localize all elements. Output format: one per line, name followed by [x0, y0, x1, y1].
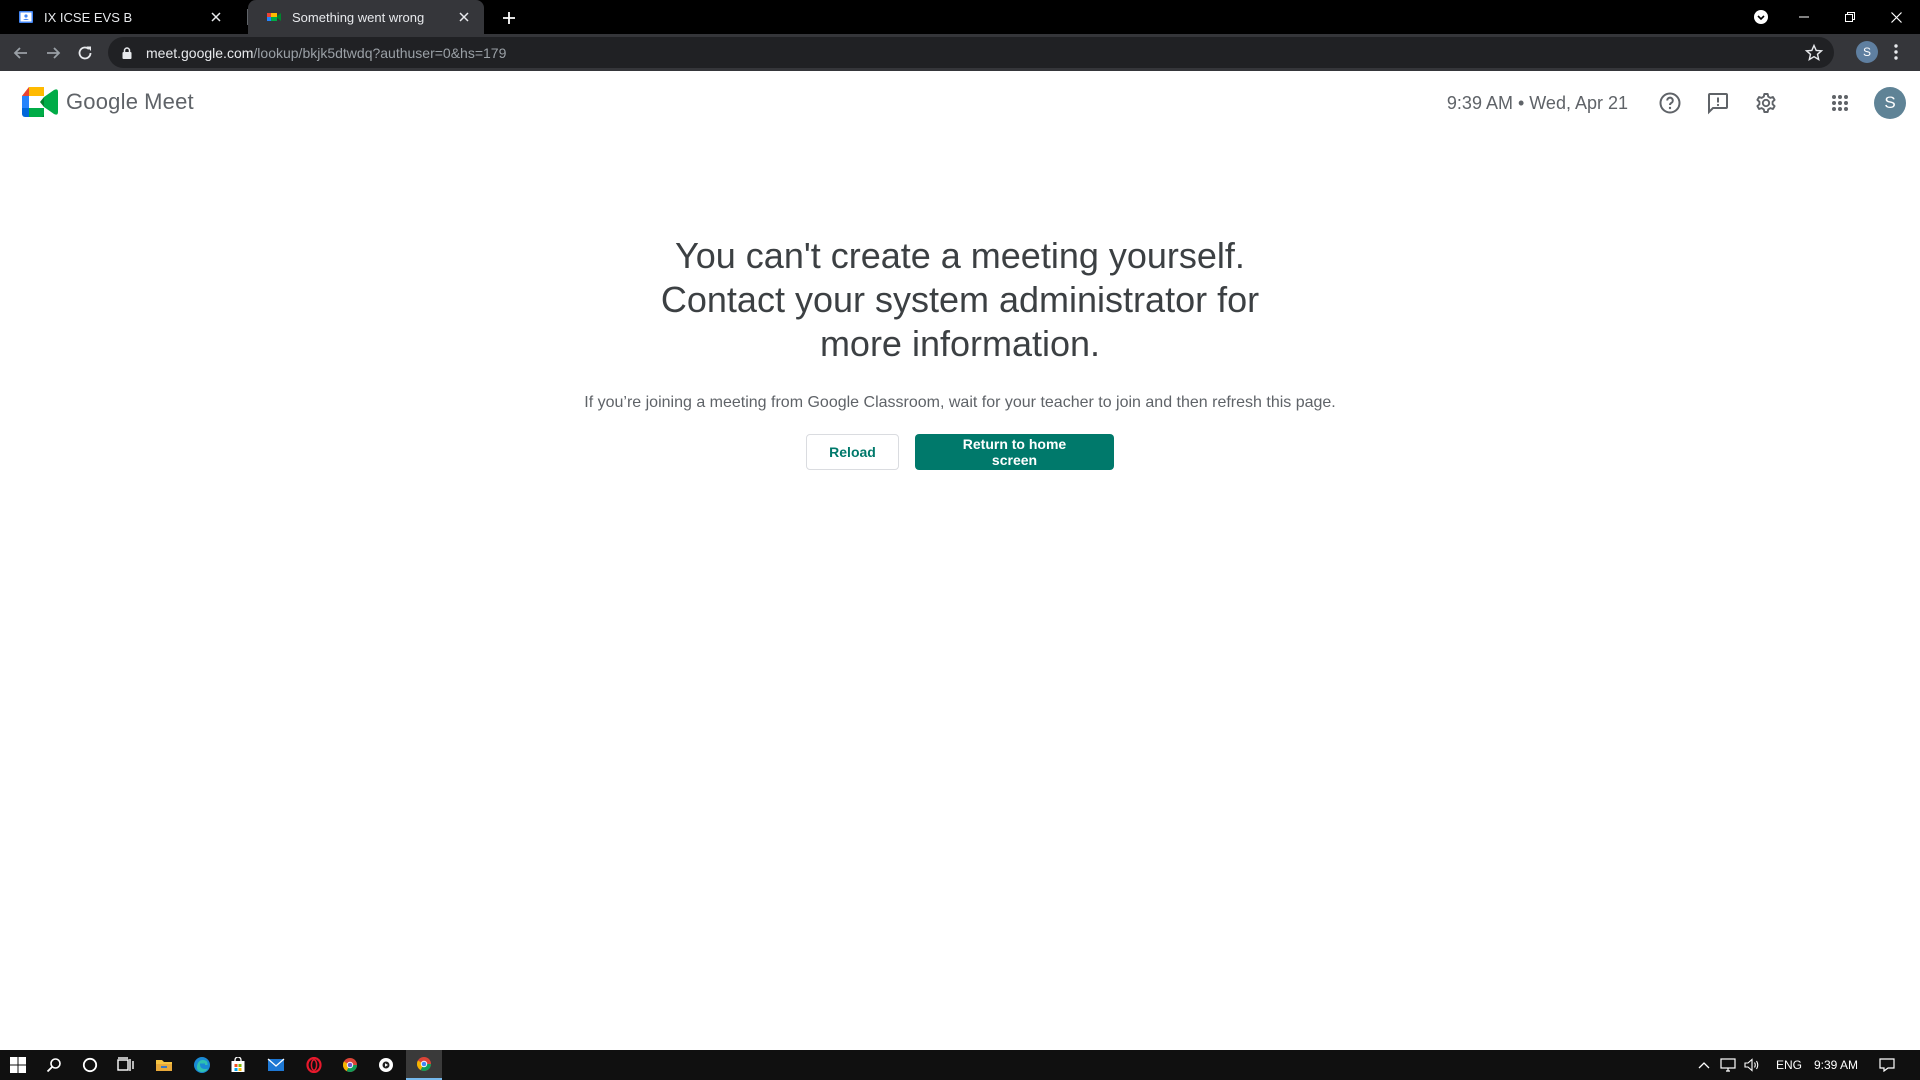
close-tab-icon[interactable] — [208, 9, 224, 25]
url-path: /lookup/bkjk5dtwdq?authuser=0&hs=179 — [253, 44, 507, 61]
date-time: 9:39 AM • Wed, Apr 21 — [1446, 92, 1628, 113]
taskbar-media[interactable] — [368, 1050, 404, 1080]
google-meet-logo[interactable]: Google Meet — [22, 87, 194, 117]
tab-something-went-wrong[interactable]: Something went wrong — [248, 0, 484, 34]
taskbar-edge[interactable] — [184, 1050, 220, 1080]
taskbar-opera[interactable] — [296, 1050, 332, 1080]
lock-icon — [122, 46, 132, 59]
search-icon — [46, 1058, 61, 1073]
reload-page-button[interactable] — [70, 38, 100, 68]
notifications-button[interactable] — [1870, 1050, 1904, 1080]
account-avatar[interactable]: S — [1874, 87, 1906, 119]
browser-tabstrip: IX ICSE EVS B Something went wrong — [0, 0, 1920, 34]
network-icon — [1720, 1058, 1736, 1072]
apps-grid-icon — [1832, 95, 1848, 111]
meet-header: Google Meet 9:39 AM • Wed, Apr 21 S — [0, 71, 1920, 135]
close-icon — [1890, 11, 1902, 23]
taskbar-store[interactable] — [220, 1050, 256, 1080]
tab-title: IX ICSE EVS B — [44, 9, 133, 25]
show-hidden-icons-button[interactable] — [1692, 1050, 1716, 1080]
cortana-icon — [82, 1057, 98, 1073]
feedback-icon — [1708, 93, 1728, 115]
reload-button[interactable]: Reload — [806, 434, 899, 470]
close-window-button[interactable] — [1873, 0, 1919, 34]
taskbar-chrome[interactable] — [406, 1050, 442, 1080]
chrome-alt-icon — [342, 1058, 357, 1072]
forward-button[interactable] — [38, 38, 68, 68]
arrow-forward-icon — [47, 47, 61, 59]
volume-icon — [1744, 1058, 1759, 1072]
chevron-up-icon — [1698, 1062, 1710, 1069]
taskbar-mail[interactable] — [258, 1050, 294, 1080]
help-button[interactable] — [1646, 83, 1694, 123]
taskbar-search[interactable] — [36, 1050, 72, 1080]
cortana-button[interactable] — [72, 1050, 108, 1080]
notification-icon — [1879, 1058, 1895, 1072]
edge-icon — [194, 1057, 210, 1073]
browser-profile-avatar[interactable]: S — [1856, 41, 1878, 63]
chrome-icon — [416, 1057, 431, 1071]
taskbar-clock[interactable]: 9:39 AM — [1814, 1058, 1858, 1072]
return-home-button[interactable]: Return to home screen — [915, 434, 1114, 470]
store-icon — [231, 1057, 245, 1072]
taskbar-chrome-alt[interactable] — [332, 1050, 368, 1080]
logo-text-meet: Meet — [144, 89, 194, 114]
task-view-button[interactable] — [108, 1050, 144, 1080]
more-vert-icon[interactable] — [1886, 42, 1906, 62]
mail-icon — [267, 1058, 285, 1071]
tab-title: Something went wrong — [292, 9, 425, 25]
error-message: You can't create a meeting yourself. Con… — [0, 234, 1920, 470]
start-button[interactable] — [0, 1050, 36, 1080]
restore-button[interactable] — [1827, 0, 1873, 34]
bookmark-star-icon[interactable] — [1804, 43, 1824, 63]
minimize-icon — [1799, 16, 1809, 18]
apps-button[interactable] — [1816, 83, 1864, 123]
url-host: meet.google.com — [146, 44, 254, 61]
file-explorer-icon — [156, 1060, 172, 1071]
classroom-icon — [19, 11, 33, 23]
settings-button[interactable] — [1742, 83, 1790, 123]
feedback-button[interactable] — [1694, 83, 1742, 123]
taskbar-file-explorer[interactable] — [146, 1050, 182, 1080]
meet-page: Google Meet 9:39 AM • Wed, Apr 21 S You … — [0, 71, 1920, 1050]
error-subtext: If you’re joining a meeting from Google … — [584, 394, 1336, 411]
tab-classroom[interactable]: IX ICSE EVS B — [0, 0, 236, 34]
restore-icon — [1845, 12, 1855, 22]
action-buttons: Reload Return to home screen — [0, 434, 1920, 470]
minimize-button[interactable] — [1781, 0, 1827, 34]
windows-taskbar: ENG 9:39 AM — [0, 1050, 1920, 1080]
opera-icon — [306, 1057, 322, 1073]
refresh-icon — [78, 46, 92, 60]
logo-text-google: Google — [66, 89, 139, 114]
network-button[interactable] — [1716, 1050, 1740, 1080]
browser-toolbar: meet.google.com/lookup/bkjk5dtwdq?authus… — [0, 34, 1920, 71]
help-icon — [1659, 92, 1681, 114]
task-view-icon — [117, 1057, 134, 1071]
address-bar[interactable]: meet.google.com/lookup/bkjk5dtwdq?authus… — [108, 37, 1834, 68]
close-tab-icon[interactable] — [456, 9, 472, 25]
settings-icon — [1756, 93, 1776, 113]
error-heading: You can't create a meeting yourself. Con… — [660, 235, 1260, 364]
tab-search-button[interactable] — [1738, 0, 1784, 34]
meet-icon — [267, 13, 281, 21]
arrow-back-icon — [13, 47, 27, 59]
header-actions: 9:39 AM • Wed, Apr 21 S — [1447, 83, 1906, 123]
input-language[interactable]: ENG — [1776, 1058, 1802, 1072]
media-icon — [379, 1058, 393, 1072]
plus-icon — [503, 12, 515, 24]
volume-button[interactable] — [1740, 1050, 1764, 1080]
back-button[interactable] — [6, 38, 36, 68]
meet-logo-icon — [22, 87, 58, 117]
start-icon — [10, 1057, 26, 1073]
chevron-down-circle-icon — [1754, 10, 1768, 24]
new-tab-button[interactable] — [496, 5, 522, 31]
